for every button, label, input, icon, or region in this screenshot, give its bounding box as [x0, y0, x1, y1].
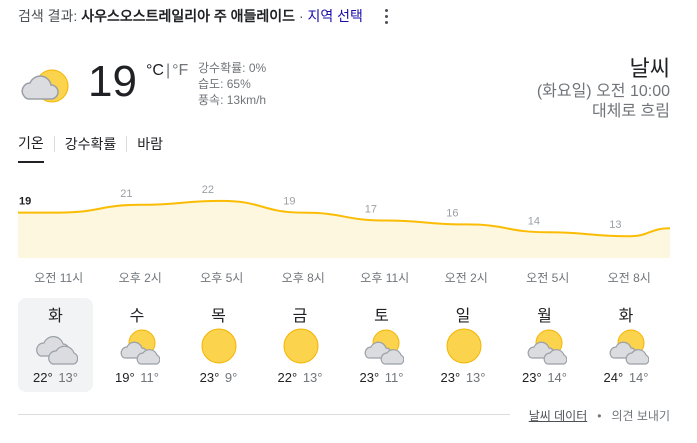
unit-separator: |	[165, 62, 171, 79]
wind-text: 풍속: 13km/h	[198, 93, 267, 107]
chart-area	[18, 200, 670, 258]
day-temperatures: 23° 14°	[507, 370, 582, 385]
day-name: 수	[129, 308, 145, 325]
high-temp: 23°	[199, 370, 220, 385]
sunny-icon	[283, 328, 318, 364]
high-temp: 23°	[522, 370, 542, 385]
low-temp: 13°	[302, 370, 323, 385]
weather-summary: 날씨 (화요일) 오전 10:00 대체로 흐림	[537, 56, 670, 122]
tab-wind[interactable]: 바람	[137, 134, 163, 162]
cloudy-icon	[36, 335, 78, 365]
partly-cloudy-icon	[120, 329, 160, 365]
current-temperature: 19	[88, 57, 137, 106]
datetime-text: (화요일) 오전 10:00	[536, 83, 670, 100]
day-name: 화	[618, 308, 634, 325]
chart-x-tick-label: 오전 2시	[445, 271, 488, 285]
chart-x-tick-label: 오후 5시	[200, 271, 243, 285]
chart-data-label: 19	[283, 196, 295, 208]
day-name: 월	[537, 308, 552, 325]
condition-text: 대체로 흐림	[591, 103, 670, 120]
low-temp: 14°	[547, 370, 567, 385]
low-temp: 13°	[465, 370, 486, 385]
chart-x-tick-label: 오후 8시	[282, 271, 325, 285]
forecast-day[interactable]: 토 23° 11°	[344, 298, 419, 392]
chart-data-label: 21	[120, 188, 132, 200]
day-temperatures: 23° 13°	[426, 370, 501, 385]
forecast-day[interactable]: 화 22° 13°	[18, 298, 93, 392]
unit-toggle: °C | °F	[146, 62, 188, 80]
chart-data-label: 19	[19, 196, 31, 208]
fahrenheit-button[interactable]: °F	[172, 62, 188, 79]
send-feedback-link[interactable]: 의견 보내기	[611, 409, 670, 423]
chart-data-label: 16	[446, 207, 458, 219]
weather-title: 날씨	[629, 56, 670, 81]
day-temperatures: 19° 11°	[100, 370, 175, 385]
partly-cloudy-icon	[364, 329, 404, 365]
sunny-icon	[201, 328, 237, 364]
day-temperatures: 23° 11°	[344, 370, 419, 385]
forecast-day[interactable]: 일 23° 13°	[426, 298, 501, 392]
high-temp: 22°	[277, 370, 298, 385]
chart-x-tick-label: 오후 2시	[119, 271, 162, 285]
forecast-day[interactable]: 목 23° 9°	[181, 298, 256, 392]
low-temp: 11°	[384, 370, 404, 385]
more-options-icon[interactable]	[380, 6, 392, 26]
low-temp: 9°	[224, 370, 238, 385]
day-temperatures: 22° 13°	[263, 370, 338, 385]
day-name: 목	[211, 308, 226, 325]
chart-data-label: 14	[528, 215, 540, 227]
low-temp: 13°	[58, 370, 78, 385]
celsius-button[interactable]: °C	[146, 62, 164, 79]
temperature-chart[interactable]: 19 오전 11시 21 오후 2시 22 오후 5시 19 오후 8시 17 오후 11시 16 오…	[0, 180, 697, 290]
day-name: 일	[455, 308, 471, 325]
sunny-icon	[446, 328, 481, 364]
day-temperatures: 24° 14°	[589, 370, 664, 385]
tab-precipitation[interactable]: 강수확률	[65, 134, 117, 162]
forecast-day[interactable]: 월 23° 14°	[507, 298, 582, 392]
low-temp: 14°	[628, 370, 649, 385]
day-name: 화	[48, 308, 63, 325]
low-temp: 11°	[140, 370, 159, 385]
humidity-text: 습도: 65%	[198, 77, 251, 91]
footer-divider	[18, 414, 510, 415]
forecast-day[interactable]: 금 22° 13°	[263, 298, 338, 392]
choose-region-link[interactable]: 지역 선택	[308, 8, 363, 24]
tab-divider	[53, 136, 55, 152]
chart-tabs: 기온 강수확률 바람	[18, 133, 163, 163]
chart-x-tick-label: 오전 8시	[608, 271, 651, 285]
location-name[interactable]: 사우스오스트레일리아 주 애들레이드	[81, 8, 295, 24]
chart-data-label: 22	[202, 184, 214, 196]
footer: 날씨 데이터 • 의견 보내기	[529, 407, 670, 424]
weather-details: 강수확률: 0% 습도: 65% 풍속: 13km/h	[198, 60, 266, 108]
day-temperatures: 22° 13°	[18, 370, 93, 385]
header-prefix: 검색 결과:	[18, 8, 82, 24]
day-temperatures: 23° 9°	[181, 370, 256, 385]
high-temp: 22°	[33, 370, 53, 385]
header-separator: ·	[295, 8, 308, 24]
tab-divider	[126, 136, 128, 152]
footer-bullet: •	[597, 409, 602, 423]
day-name: 금	[292, 308, 308, 325]
chart-data-label: 13	[609, 219, 621, 231]
forecast-day[interactable]: 수 19° 11°	[100, 298, 175, 392]
high-temp: 23°	[440, 370, 461, 385]
chart-x-tick-label: 오전 5시	[526, 271, 569, 285]
partly-cloudy-icon	[527, 329, 567, 365]
day-name: 토	[374, 308, 389, 325]
partly-cloudy-icon	[21, 69, 69, 103]
search-result-header: 검색 결과: 사우스오스트레일리아 주 애들레이드 · 지역 선택	[18, 6, 363, 26]
forecast-day[interactable]: 화 24° 14°	[589, 298, 664, 392]
precipitation-text: 강수확률: 0%	[198, 61, 267, 75]
daily-forecast: 화 22° 13° 수 19° 11° 목 23° 9° 금 22° 13° 토 23° 11° 일…	[18, 298, 670, 394]
high-temp: 24°	[603, 370, 624, 385]
chart-x-tick-label: 오전 11시	[34, 271, 83, 285]
partly-cloudy-icon	[609, 329, 649, 365]
tab-temperature[interactable]: 기온	[18, 133, 44, 163]
chart-x-tick-label: 오후 11시	[360, 271, 409, 285]
weather-data-link[interactable]: 날씨 데이터	[529, 409, 588, 423]
high-temp: 19°	[115, 370, 135, 385]
high-temp: 23°	[359, 370, 380, 385]
chart-data-label: 17	[365, 204, 377, 216]
